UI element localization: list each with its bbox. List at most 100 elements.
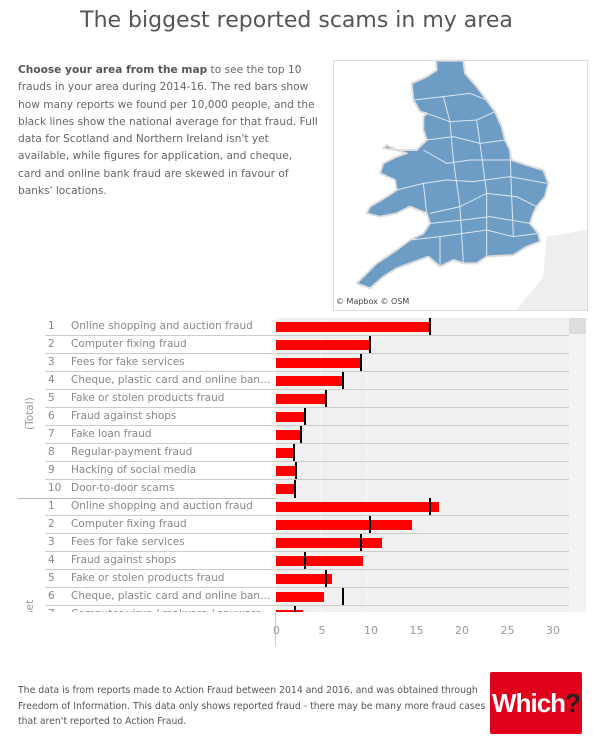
chart-row[interactable]: 2 Computer fixing fraud <box>18 336 569 354</box>
row-rank: 3 <box>48 356 55 368</box>
national-average-line <box>294 480 297 498</box>
national-average-line <box>368 336 371 354</box>
fraud-type-label: Computer virus / malware / spyware <box>71 608 271 612</box>
fraud-type-label: Fees for fake services <box>71 356 185 368</box>
x-tick-label: 15 <box>409 624 424 637</box>
chart-scrollbar[interactable] <box>569 318 586 612</box>
value-bar[interactable] <box>276 394 327 404</box>
row-rank: 9 <box>48 464 55 476</box>
chart-row[interactable]: 9 Hacking of social media <box>18 462 569 480</box>
chart-row[interactable]: 3 Fees for fake services <box>18 534 569 552</box>
intro-text: Choose your area from the map to see the… <box>18 62 318 200</box>
national-average-line <box>428 498 431 516</box>
row-rank: 4 <box>48 374 55 386</box>
chart-row[interactable]: 7 Fake loan fraud <box>18 426 569 444</box>
national-average-line <box>299 426 302 444</box>
row-rank: 4 <box>48 554 55 566</box>
row-plot-area <box>276 480 569 498</box>
row-rank: 6 <box>48 590 55 602</box>
chart-row[interactable]: 7 Computer virus / malware / spyware <box>18 606 569 612</box>
national-average-line <box>342 588 345 606</box>
row-rank: 6 <box>48 410 55 422</box>
row-rank: 7 <box>48 428 55 440</box>
scrollbar-thumb[interactable] <box>569 318 586 334</box>
fraud-type-label: Fraud against shops <box>71 554 177 566</box>
chart-row[interactable]: 6 Cheque, plastic card and online bank fr… <box>18 588 569 606</box>
chart-row[interactable]: 4 Cheque, plastic card and online bank fr… <box>18 372 569 390</box>
fraud-type-label: Door-to-door scams <box>71 482 175 494</box>
fraud-type-label: Fake loan fraud <box>71 428 152 440</box>
value-bar[interactable] <box>276 520 412 530</box>
footer-note: The data is from reports made to Action … <box>18 685 486 727</box>
chart-row[interactable]: 2 Computer fixing fraud <box>18 516 569 534</box>
fraud-type-label: Online shopping and auction fraud <box>71 500 253 512</box>
row-rank: 3 <box>48 536 55 548</box>
fraud-type-label: Fake or stolen products fraud <box>71 392 225 404</box>
logo-mark: ? <box>565 687 581 718</box>
chart-row[interactable]: 6 Fraud against shops <box>18 408 569 426</box>
intro-body: to see the top 10 frauds in your area du… <box>18 64 318 198</box>
value-bar[interactable] <box>276 466 297 476</box>
national-average-line <box>294 606 297 612</box>
value-bar[interactable] <box>276 412 306 422</box>
x-tick-label: 20 <box>455 624 469 637</box>
row-rank: 1 <box>48 500 55 512</box>
fraud-type-label: Hacking of social media <box>71 464 197 476</box>
chart-row[interactable]: 10 Door-to-door scams <box>18 480 569 498</box>
value-bar[interactable] <box>276 340 370 350</box>
value-bar[interactable] <box>276 430 301 440</box>
chart-row[interactable]: 1 Online shopping and auction fraud <box>18 498 569 516</box>
row-rank: 10 <box>48 482 62 494</box>
national-average-line <box>295 462 298 480</box>
which-logo: Which? <box>490 672 582 734</box>
row-plot-area <box>276 444 569 462</box>
value-bar[interactable] <box>276 376 344 386</box>
chart-row[interactable]: 8 Regular-payment fraud <box>18 444 569 462</box>
value-bar[interactable] <box>276 610 304 612</box>
value-bar[interactable] <box>276 322 430 332</box>
fraud-type-label: Cheque, plastic card and online bank fr.… <box>71 590 271 602</box>
row-rank: 1 <box>48 320 55 332</box>
group-label: n and Somerset <box>24 600 36 612</box>
england-wales-map[interactable] <box>330 50 593 315</box>
police-force-areas[interactable] <box>355 59 550 290</box>
row-rank: 2 <box>48 518 55 530</box>
national-average-line <box>325 390 328 408</box>
fraud-bar-chart: 1 Online shopping and auction fraud 2 Compu… <box>18 318 569 612</box>
chart-row[interactable]: 3 Fees for fake services <box>18 354 569 372</box>
row-plot-area <box>276 408 569 426</box>
value-bar[interactable] <box>276 448 295 458</box>
fraud-type-label: Regular-payment fraud <box>71 446 193 458</box>
group-label: (Total) <box>24 397 36 430</box>
chart-row[interactable]: 5 Fake or stolen products fraud <box>18 570 569 588</box>
fraud-type-label: Online shopping and auction fraud <box>71 320 253 332</box>
row-plot-area <box>276 462 569 480</box>
value-bar[interactable] <box>276 502 439 512</box>
national-average-line <box>325 570 328 588</box>
value-bar[interactable] <box>276 358 362 368</box>
national-average-line <box>368 516 371 534</box>
fraud-type-label: Fake or stolen products fraud <box>71 572 225 584</box>
chart-row[interactable]: 1 Online shopping and auction fraud <box>18 318 569 336</box>
map-credit[interactable]: © Mapbox © OSM <box>336 297 410 306</box>
value-bar[interactable] <box>276 538 383 548</box>
row-rank: 5 <box>48 392 55 404</box>
fraud-type-label: Computer fixing fraud <box>71 518 187 530</box>
x-tick-label: 25 <box>500 624 515 637</box>
page-title: The biggest reported scams in my area <box>80 8 513 33</box>
value-bar[interactable] <box>276 484 296 494</box>
row-rank: 2 <box>48 338 55 350</box>
national-average-line <box>304 408 307 426</box>
value-bar[interactable] <box>276 556 364 566</box>
logo-text: Which <box>492 687 566 718</box>
intro-lead: Choose your area from the map <box>18 64 208 76</box>
value-bar[interactable] <box>276 574 332 584</box>
row-rank: 7 <box>48 608 55 612</box>
row-plot-area <box>276 426 569 444</box>
chart-row[interactable]: 4 Fraud against shops <box>18 552 569 570</box>
national-average-line <box>304 552 307 570</box>
chart-row[interactable]: 5 Fake or stolen products fraud <box>18 390 569 408</box>
national-average-line <box>360 534 363 552</box>
fraud-type-label: Computer fixing fraud <box>71 338 187 350</box>
value-bar[interactable] <box>276 592 325 602</box>
